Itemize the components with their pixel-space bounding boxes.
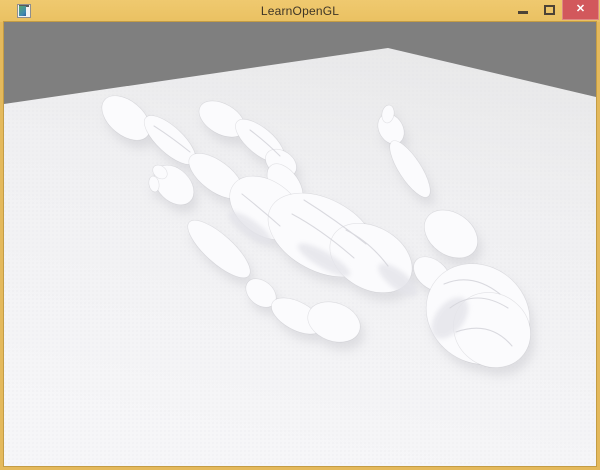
close-icon: ✕ xyxy=(576,3,585,15)
scene-canvas xyxy=(4,22,596,466)
render-viewport[interactable] xyxy=(4,22,596,466)
window-controls: ✕ xyxy=(510,0,599,20)
minimize-button[interactable] xyxy=(510,0,536,19)
minimize-icon xyxy=(518,11,528,14)
maximize-icon xyxy=(544,5,555,15)
window-frame: LearnOpenGL ✕ xyxy=(0,0,600,470)
maximize-button[interactable] xyxy=(536,0,562,19)
close-button[interactable]: ✕ xyxy=(562,0,599,20)
titlebar[interactable]: LearnOpenGL ✕ xyxy=(0,0,600,22)
